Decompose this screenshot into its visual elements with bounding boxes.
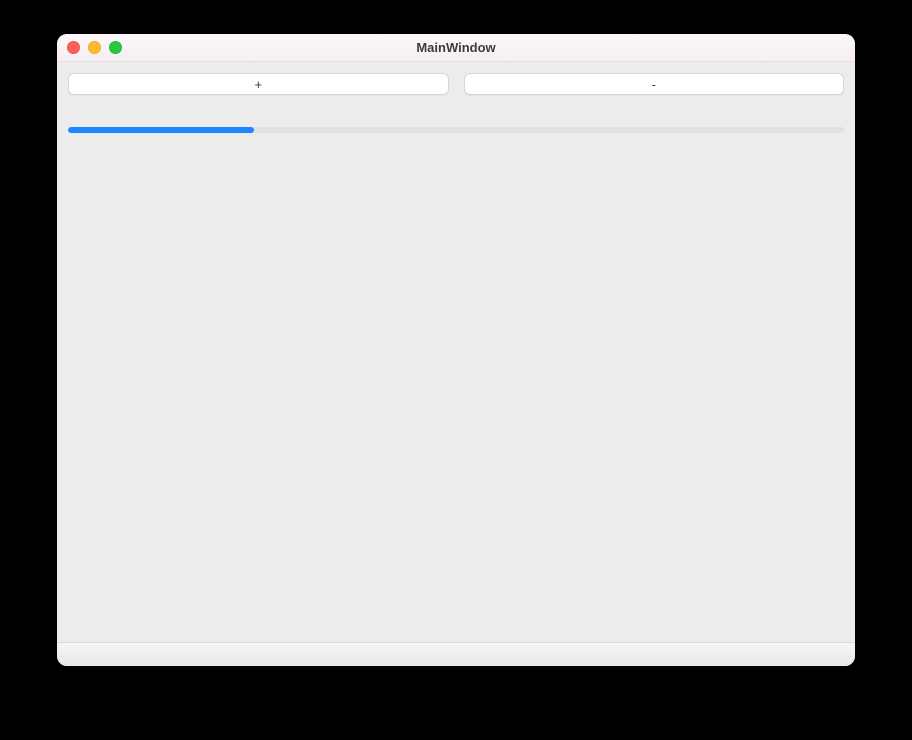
increment-button[interactable]: + [68,73,449,95]
progress-fill [68,127,254,133]
main-window: MainWindow + - [57,34,855,666]
button-row: + - [68,73,844,95]
window-title: MainWindow [416,40,495,55]
decrement-label: - [652,77,656,92]
window-footer [57,642,855,666]
content-area: + - [57,62,855,642]
progress-bar [68,127,844,133]
close-icon[interactable] [67,41,80,54]
increment-label: + [254,77,262,92]
titlebar: MainWindow [57,34,855,62]
decrement-button[interactable]: - [464,73,845,95]
window-controls [67,41,122,54]
maximize-icon[interactable] [109,41,122,54]
minimize-icon[interactable] [88,41,101,54]
